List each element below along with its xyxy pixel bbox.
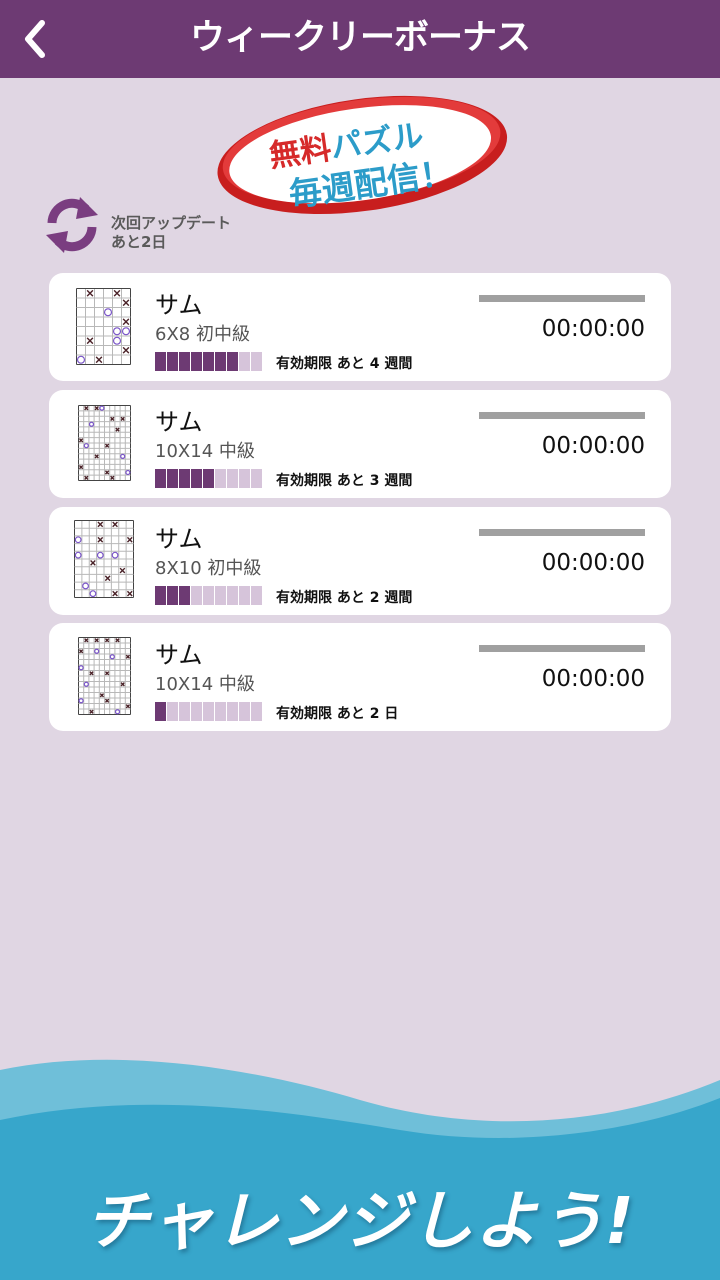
progress-segment [155, 586, 166, 605]
progress-segment [239, 469, 250, 488]
puzzle-size-level: 8X10 初中級 [155, 558, 262, 579]
progress-segment [167, 586, 178, 605]
best-record-placeholder [479, 412, 645, 419]
expiry-text: 有効期限 あと 2 週間 [276, 590, 413, 606]
progress-segment [251, 586, 262, 605]
elapsed-time: 00:00:00 [541, 666, 645, 692]
next-update-text: 次回アップデート あと2日 [111, 214, 232, 251]
progress-segment [215, 469, 226, 488]
puzzle-card[interactable]: サム 8X10 初中級 有効期限 あと 2 週間 00:00:00 [49, 507, 671, 615]
puzzle-name: サム [155, 291, 203, 319]
progress-segment [179, 469, 190, 488]
progress-segment [191, 352, 202, 371]
expiry-text: 有効期限 あと 4 週間 [276, 356, 413, 372]
elapsed-time: 00:00:00 [541, 550, 645, 576]
best-record-placeholder [479, 645, 645, 652]
puzzle-name: サム [155, 641, 203, 669]
puzzle-card[interactable]: サム 10X14 中級有効期限 あと 2 日 00:00:00 [49, 623, 671, 731]
best-record-placeholder [479, 529, 645, 536]
page-title: ウィークリーボーナス [189, 18, 531, 58]
progress-segment [215, 586, 226, 605]
progress-segment [167, 469, 178, 488]
best-record-placeholder [479, 295, 645, 302]
progress-segment [227, 469, 238, 488]
progress-segment [179, 702, 190, 721]
puzzle-card[interactable]: サム 6X8 初中級有効期限 あと 4 週間 00:00:00 [49, 273, 671, 381]
puzzle-name: サム [155, 408, 203, 436]
expiry-progress-bar [155, 352, 263, 371]
progress-segment [203, 469, 214, 488]
puzzle-thumbnail [78, 405, 131, 481]
header-bar: ウィークリーボーナス [0, 0, 720, 78]
progress-segment [227, 702, 238, 721]
expiry-progress-bar [155, 702, 263, 721]
puzzle-name: サム [155, 525, 203, 553]
puzzle-thumbnail [78, 637, 131, 715]
progress-segment [191, 469, 202, 488]
progress-segment [227, 352, 238, 371]
expiry-text: 有効期限 あと 3 週間 [276, 473, 413, 489]
progress-segment [155, 702, 166, 721]
progress-segment [239, 352, 250, 371]
progress-segment [155, 352, 166, 371]
progress-segment [215, 702, 226, 721]
progress-segment [203, 702, 214, 721]
progress-segment [191, 702, 202, 721]
elapsed-time: 00:00:00 [541, 433, 645, 459]
progress-segment [251, 469, 262, 488]
progress-segment [179, 352, 190, 371]
elapsed-time: 00:00:00 [541, 316, 645, 342]
progress-segment [179, 586, 190, 605]
challenge-banner: チャレンジしよう! [85, 1185, 635, 1259]
progress-segment [227, 586, 238, 605]
progress-segment [155, 469, 166, 488]
progress-segment [203, 586, 214, 605]
puzzle-thumbnail [74, 520, 134, 598]
progress-segment [167, 702, 178, 721]
progress-segment [167, 352, 178, 371]
puzzle-card[interactable]: サム 10X14 中級有効期限 あと 3 週間 00:00:00 [49, 390, 671, 498]
puzzle-size-level: 6X8 初中級 [155, 324, 250, 345]
progress-segment [239, 586, 250, 605]
expiry-progress-bar [155, 586, 263, 605]
expiry-progress-bar [155, 469, 263, 488]
progress-segment [215, 352, 226, 371]
puzzle-size-level: 10X14 中級 [155, 674, 255, 695]
puzzle-size-level: 10X14 中級 [155, 441, 255, 462]
expiry-text: 有効期限 あと 2 日 [276, 706, 399, 722]
progress-segment [191, 586, 202, 605]
free-puzzle-badge: 無料パズル 毎週配信！ [212, 88, 512, 218]
progress-segment [203, 352, 214, 371]
progress-segment [251, 702, 262, 721]
refresh-icon [46, 197, 98, 253]
puzzle-thumbnail [76, 288, 131, 365]
progress-segment [239, 702, 250, 721]
progress-segment [251, 352, 262, 371]
